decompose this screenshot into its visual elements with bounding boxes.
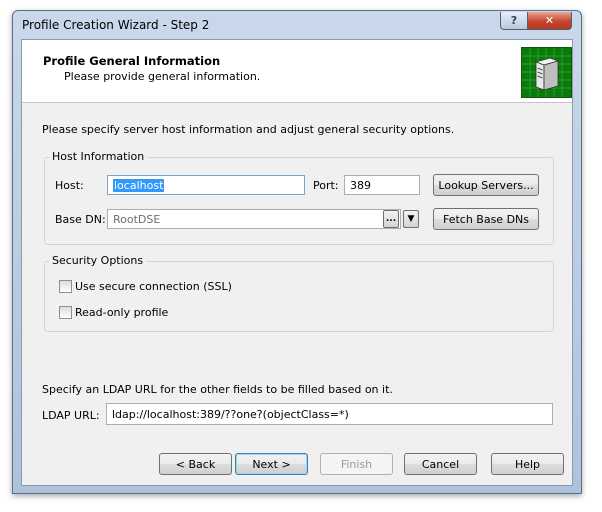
chevron-down-icon: ▼ bbox=[407, 214, 415, 224]
dialog-body: Profile General Information Please provi… bbox=[21, 39, 573, 486]
ldap-url-input[interactable]: ldap://localhost:389/??one?(objectClass=… bbox=[106, 403, 553, 425]
ldap-hint: Specify an LDAP URL for the other fields… bbox=[42, 383, 393, 396]
base-dn-combo[interactable]: RootDSE bbox=[107, 209, 401, 229]
host-information-group: Host Information Host: localhost Port: 3… bbox=[44, 150, 554, 245]
cancel-button[interactable]: Cancel bbox=[404, 453, 477, 475]
host-information-label: Host Information bbox=[49, 150, 148, 163]
title-help-button[interactable]: ? bbox=[500, 12, 528, 30]
wizard-header: Profile General Information Please provi… bbox=[22, 40, 572, 103]
help-button[interactable]: Help bbox=[491, 453, 564, 475]
lookup-servers-button[interactable]: Lookup Servers... bbox=[433, 174, 539, 196]
server-icon bbox=[521, 47, 572, 98]
window-title: Profile Creation Wizard - Step 2 bbox=[22, 18, 210, 32]
read-only-label[interactable]: Read-only profile bbox=[75, 306, 168, 319]
finish-button[interactable]: Finish bbox=[320, 453, 393, 475]
host-label: Host: bbox=[55, 179, 84, 192]
browse-base-dn-button[interactable]: ... bbox=[383, 210, 399, 228]
close-button[interactable]: ✕ bbox=[527, 12, 572, 30]
port-input[interactable]: 389 bbox=[344, 175, 420, 195]
base-dn-dropdown-button[interactable]: ▼ bbox=[403, 210, 419, 228]
header-subtitle: Please provide general information. bbox=[64, 70, 261, 83]
security-options-label: Security Options bbox=[49, 254, 147, 267]
header-title: Profile General Information bbox=[43, 54, 221, 68]
port-label: Port: bbox=[313, 179, 339, 192]
ssl-checkbox[interactable] bbox=[59, 280, 72, 293]
close-icon: ✕ bbox=[544, 14, 555, 27]
base-dn-label: Base DN: bbox=[55, 213, 106, 226]
security-options-group: Security Options Use secure connection (… bbox=[44, 254, 554, 332]
title-bar[interactable]: Profile Creation Wizard - Step 2 ? ✕ bbox=[13, 11, 581, 39]
ssl-label[interactable]: Use secure connection (SSL) bbox=[75, 280, 232, 293]
fetch-base-dns-button[interactable]: Fetch Base DNs bbox=[433, 208, 539, 230]
next-button[interactable]: Next > bbox=[235, 453, 308, 475]
back-button[interactable]: < Back bbox=[159, 453, 232, 475]
instruction-text: Please specify server host information a… bbox=[42, 123, 455, 136]
read-only-checkbox[interactable] bbox=[59, 306, 72, 319]
host-input[interactable]: localhost bbox=[107, 175, 305, 195]
ldap-url-label: LDAP URL: bbox=[42, 409, 100, 422]
wizard-window: Profile Creation Wizard - Step 2 ? ✕ Pro… bbox=[12, 10, 582, 494]
